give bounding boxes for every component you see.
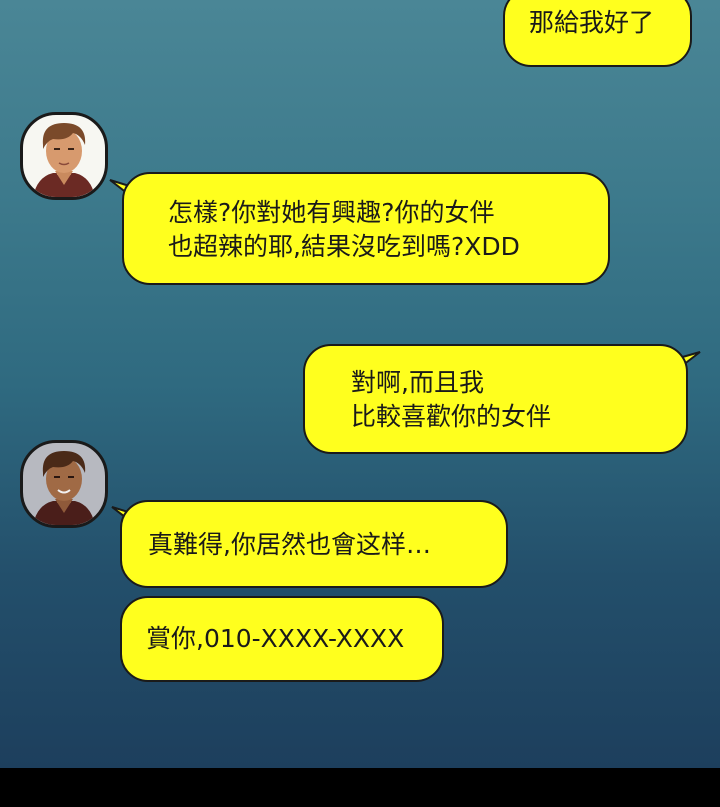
message-text: 也超辣的耶,結果沒吃到嗎?XDD (168, 232, 520, 261)
chat-scene: 那給我好了 怎樣?你對她有興趣?你的女伴 也超辣的耶,結果沒吃到嗎?XDD 對啊… (0, 0, 720, 768)
avatar (20, 440, 108, 528)
bottom-bar (0, 768, 720, 807)
message-bubble-outgoing: 那給我好了 (503, 0, 692, 67)
avatar-male-character-icon (33, 123, 95, 197)
message-text: 比較喜歡你的女伴 (351, 402, 552, 431)
message-bubble-incoming: 怎樣?你對她有興趣?你的女伴 也超辣的耶,結果沒吃到嗎?XDD (122, 172, 610, 285)
message-text: 對啊,而且我 (351, 368, 484, 397)
message-bubble-incoming: 賞你,010-XXXX-XXXX (120, 596, 444, 682)
message-text: 賞你,010-XXXX-XXXX (146, 624, 405, 653)
message-bubble-outgoing: 對啊,而且我 比較喜歡你的女伴 (303, 344, 688, 454)
message-bubble-incoming: 真難得,你居然也會这样… (120, 500, 508, 588)
message-text: 怎樣?你對她有興趣?你的女伴 (168, 198, 495, 227)
message-text: 真難得,你居然也會这样… (148, 530, 431, 559)
avatar (20, 112, 108, 200)
message-text: 那給我好了 (529, 8, 655, 37)
avatar-male-character-icon (33, 451, 95, 525)
